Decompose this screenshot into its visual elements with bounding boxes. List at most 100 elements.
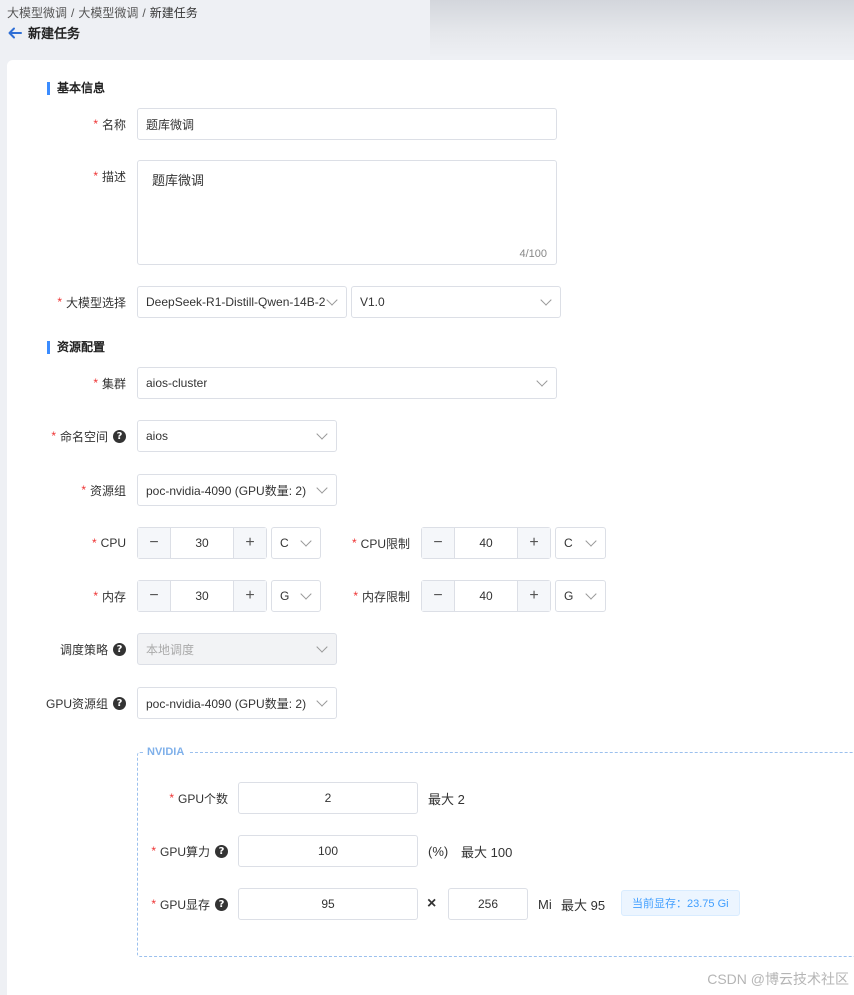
schedule-label: 调度策略? (20, 633, 126, 665)
desc-label: * 描述 (40, 160, 126, 192)
required-mark: * (57, 295, 62, 309)
gpu-mem-input[interactable]: 95 (238, 888, 418, 920)
help-icon[interactable]: ? (215, 897, 228, 911)
mem-limit-value[interactable]: 40 (455, 581, 517, 611)
namespace-select[interactable]: aios (137, 420, 337, 452)
top-shade (430, 0, 854, 58)
cpu-stepper[interactable]: − 30 + (137, 527, 267, 559)
gpu-group-select[interactable]: poc-nvidia-4090 (GPU数量: 2) (137, 687, 337, 719)
cpu-unit-select[interactable]: C (271, 527, 321, 559)
resource-group-label-text: 资源组 (89, 483, 126, 498)
cpu-increment-button[interactable]: + (233, 528, 266, 558)
breadcrumb-item-finetune-list[interactable]: 大模型微调 (78, 6, 138, 20)
required-mark: * (93, 169, 98, 183)
gpu-count-input[interactable]: 2 (238, 782, 418, 814)
chevron-down-icon (316, 695, 328, 707)
page-header: 新建任务 (7, 23, 80, 42)
model-label: * 大模型选择 (20, 286, 126, 318)
resource-group-select[interactable]: poc-nvidia-4090 (GPU数量: 2) (137, 474, 337, 506)
namespace-label: * 命名空间? (20, 420, 126, 452)
cpu-value[interactable]: 30 (171, 528, 233, 558)
required-mark: * (151, 844, 156, 858)
gpu-mem-unit: Mi (538, 896, 552, 912)
mem-unit-select[interactable]: G (271, 580, 321, 612)
mem-unit-value: G (280, 589, 290, 603)
mem-limit-label: * 内存限制 (330, 580, 410, 612)
chevron-down-icon (585, 588, 597, 600)
gpu-mem-label: * GPU显存? (140, 888, 228, 920)
gpu-count-label: * GPU个数 (140, 782, 228, 814)
cpu-label: * CPU (40, 527, 126, 559)
gpu-power-label: * GPU算力? (140, 835, 228, 867)
section-title-basic: 基本信息 (47, 82, 105, 95)
model-select[interactable]: DeepSeek-R1-Distill-Qwen-14B-2 (137, 286, 347, 318)
mem-limit-decrement-button[interactable]: − (422, 581, 455, 611)
cpu-unit-value: C (280, 536, 289, 550)
version-select[interactable]: V1.0 (351, 286, 561, 318)
help-icon[interactable]: ? (113, 429, 126, 443)
gpu-group-label: GPU资源组? (20, 687, 126, 719)
gpu-count-label-text: GPU个数 (177, 791, 228, 806)
help-icon[interactable]: ? (215, 844, 228, 858)
mem-decrement-button[interactable]: − (138, 581, 171, 611)
required-mark: * (151, 897, 156, 911)
required-mark: * (351, 536, 357, 550)
mem-limit-unit-select[interactable]: G (555, 580, 606, 612)
required-mark: * (81, 483, 86, 497)
breadcrumb: 大模型微调 / 大模型微调 / 新建任务 (7, 4, 198, 21)
help-icon[interactable]: ? (113, 696, 126, 710)
cpu-decrement-button[interactable]: − (138, 528, 171, 558)
breadcrumb-item-current: 新建任务 (149, 6, 198, 20)
mem-value[interactable]: 30 (171, 581, 233, 611)
cluster-select-value: aios-cluster (146, 376, 208, 390)
gpu-group-label-text: GPU资源组 (45, 696, 108, 711)
chevron-down-icon (540, 294, 552, 306)
gpu-power-max: 最大 100 (461, 844, 513, 860)
chevron-down-icon (300, 535, 312, 547)
namespace-select-value: aios (146, 429, 169, 443)
breadcrumb-item-finetune[interactable]: 大模型微调 (7, 6, 67, 20)
help-icon[interactable]: ? (113, 642, 126, 656)
gpu-count-max: 最大 2 (428, 791, 465, 807)
gpu-power-input[interactable]: 100 (238, 835, 418, 867)
mem-limit-label-text: 内存限制 (361, 589, 410, 604)
chevron-down-icon (316, 428, 328, 440)
chevron-down-icon (536, 375, 548, 387)
required-mark: * (93, 117, 98, 131)
cluster-select[interactable]: aios-cluster (137, 367, 557, 399)
cpu-limit-label-text: CPU限制 (360, 536, 410, 551)
cluster-label-text: 集群 (101, 376, 126, 391)
model-label-text: 大模型选择 (65, 295, 126, 310)
required-mark: * (51, 429, 56, 443)
cpu-limit-increment-button[interactable]: + (517, 528, 550, 558)
cpu-limit-decrement-button[interactable]: − (422, 528, 455, 558)
cluster-label: * 集群 (40, 367, 126, 399)
mem-increment-button[interactable]: + (233, 581, 266, 611)
gpu-mem-label-text: GPU显存 (159, 897, 210, 912)
required-mark: * (91, 536, 97, 550)
gpu-mem-multiplier-input[interactable]: 256 (448, 888, 528, 920)
required-mark: * (93, 589, 98, 603)
breadcrumb-separator: / (71, 6, 75, 20)
mem-stepper[interactable]: − 30 + (137, 580, 267, 612)
mem-limit-stepper[interactable]: − 40 + (421, 580, 551, 612)
desc-textarea[interactable]: 题库微调 4/100 (137, 160, 557, 265)
current-gpu-mem-tag: 当前显存：23.75 Gi (621, 890, 740, 916)
cpu-limit-stepper[interactable]: − 40 + (421, 527, 551, 559)
section-title-resource: 资源配置 (47, 341, 105, 354)
multiply-icon: × (427, 895, 437, 912)
model-select-value: DeepSeek-R1-Distill-Qwen-14B-2 (146, 295, 326, 309)
required-mark: * (93, 376, 98, 390)
back-arrow-icon[interactable] (7, 25, 23, 41)
cpu-label-text: CPU (100, 536, 126, 550)
cpu-limit-unit-select[interactable]: C (555, 527, 606, 559)
watermark: CSDN @博云技术社区 (707, 971, 849, 987)
required-mark: * (169, 791, 174, 805)
name-input[interactable]: 题库微调 (137, 108, 557, 140)
gpu-mem-max: 最大 95 (561, 897, 606, 913)
mem-limit-increment-button[interactable]: + (517, 581, 550, 611)
desc-label-text: 描述 (101, 169, 126, 184)
cpu-limit-value[interactable]: 40 (455, 528, 517, 558)
breadcrumb-separator: / (142, 6, 146, 20)
resource-group-label: * 资源组 (40, 474, 126, 506)
